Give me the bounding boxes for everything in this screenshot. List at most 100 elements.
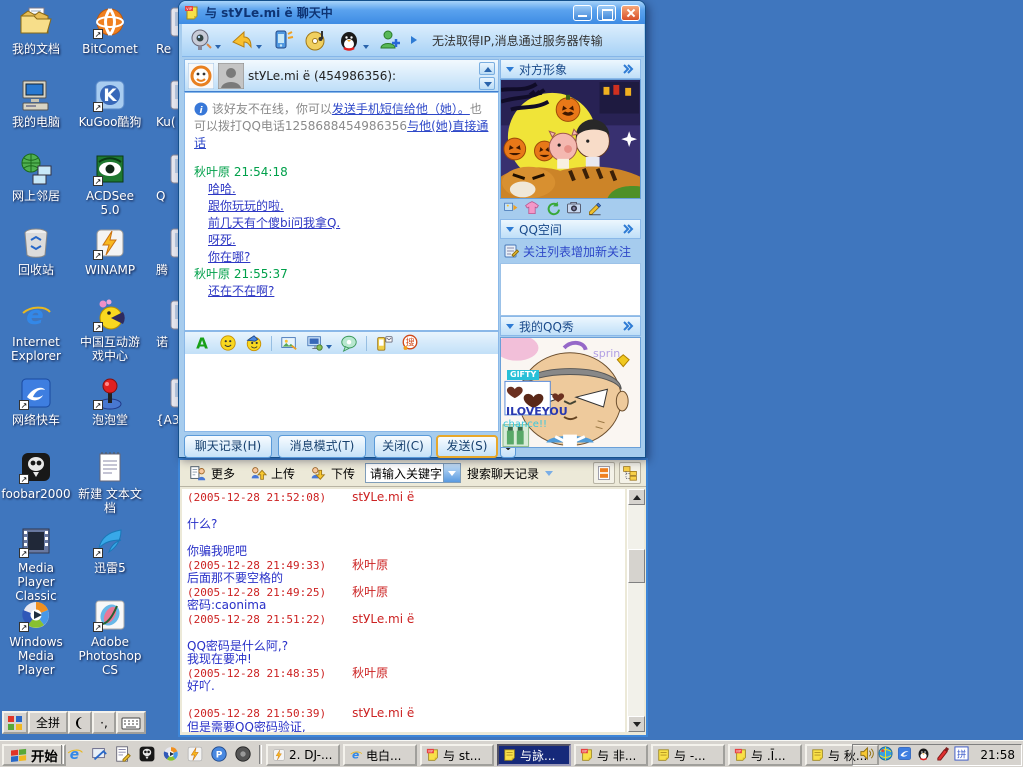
switch-show-button[interactable] bbox=[503, 200, 519, 219]
toolbar-expand-icon[interactable] bbox=[411, 36, 417, 44]
chevrons-icon[interactable] bbox=[621, 62, 635, 76]
ime-fullwidth-button[interactable] bbox=[68, 711, 92, 734]
send-file-button[interactable] bbox=[230, 28, 262, 52]
desktop-icon[interactable]: ACDSee 5.0 bbox=[75, 152, 145, 217]
smiley-button[interactable] bbox=[219, 334, 237, 352]
peer-avatar[interactable] bbox=[218, 62, 244, 89]
clothes-button[interactable] bbox=[524, 200, 540, 219]
folder-tree-button[interactable] bbox=[619, 462, 641, 484]
desktop-icon[interactable]: 迅雷5 bbox=[75, 524, 145, 575]
flashget-tray-icon[interactable] bbox=[897, 746, 912, 764]
upload-button[interactable]: 上传 bbox=[245, 462, 299, 484]
section-my-qqshow[interactable]: 我的QQ秀 bbox=[500, 316, 641, 336]
clock[interactable]: 21:58 bbox=[980, 748, 1015, 762]
chevrons-icon[interactable] bbox=[621, 319, 635, 333]
chevrons-icon[interactable] bbox=[621, 222, 635, 236]
show-desktop-quicklaunch-icon[interactable] bbox=[90, 745, 108, 766]
ime-mode-button[interactable]: 全拼 bbox=[28, 711, 68, 734]
taskbar-button[interactable]: 与 -... bbox=[651, 744, 725, 766]
desktop-icon[interactable]: 网络快车 bbox=[1, 376, 71, 427]
scrollbar-down-button[interactable] bbox=[628, 716, 645, 732]
scroll-down-button[interactable] bbox=[479, 76, 495, 90]
taskbar-button[interactable]: VIP 与 st... bbox=[420, 744, 494, 766]
phone-msg-button[interactable] bbox=[375, 334, 393, 352]
mobile-msg-button[interactable] bbox=[271, 28, 295, 52]
combo-dropdown-button[interactable] bbox=[443, 464, 461, 482]
speaker-tray-icon[interactable] bbox=[859, 746, 874, 764]
foobar-quicklaunch-icon[interactable] bbox=[138, 745, 156, 766]
sign-button[interactable] bbox=[587, 200, 603, 219]
desktop-icon[interactable]: 中国互动游戏中心 bbox=[75, 298, 145, 363]
pinyin-tray-icon[interactable]: 拼 bbox=[954, 746, 969, 764]
music-cd-button[interactable] bbox=[304, 28, 328, 52]
desktop-icon[interactable]: Media Player Classic bbox=[1, 524, 71, 603]
my-qqshow-image[interactable]: sprin GIFTY ILOVEYOU chance!! bbox=[500, 337, 641, 448]
desktop-icon[interactable]: 新建 文本文档 bbox=[75, 450, 145, 515]
qq-service-button[interactable] bbox=[337, 28, 369, 52]
send-sms-link[interactable]: 发送手机短信给他（她）。 bbox=[332, 102, 470, 116]
globe-tray-tray-icon[interactable] bbox=[878, 746, 893, 764]
winamp-quicklaunch-icon[interactable] bbox=[186, 745, 204, 766]
search-button[interactable]: 搜 bbox=[401, 334, 419, 352]
split-view-button[interactable] bbox=[593, 462, 615, 484]
magic-emote-button[interactable] bbox=[245, 334, 263, 352]
refresh-button[interactable] bbox=[545, 200, 561, 219]
taskbar-button[interactable]: 与詠... bbox=[497, 744, 571, 766]
desktop-icon[interactable]: 我的电脑 bbox=[1, 78, 71, 129]
desktop-icon[interactable]: 回收站 bbox=[1, 226, 71, 277]
taskbar-button[interactable]: VIP 与 非... bbox=[574, 744, 648, 766]
video-chat-button[interactable] bbox=[189, 28, 221, 52]
keyword-combobox[interactable]: 请输入关键字 bbox=[365, 463, 462, 483]
font-button[interactable]: A bbox=[193, 334, 211, 352]
message-input[interactable] bbox=[184, 354, 499, 432]
history-scrollbar[interactable] bbox=[627, 489, 645, 732]
desktop-icon[interactable]: 我的文档 bbox=[1, 5, 71, 56]
blue-player-quicklaunch-icon[interactable]: P bbox=[210, 745, 228, 766]
section-qzone[interactable]: QQ空间 bbox=[500, 219, 641, 239]
pen-tray-tray-icon[interactable] bbox=[935, 746, 950, 764]
gray-app-quicklaunch-icon[interactable] bbox=[234, 745, 252, 766]
desktop-icon[interactable]: e Internet Explorer bbox=[1, 298, 71, 363]
desktop-icon[interactable]: WINAMP bbox=[75, 226, 145, 277]
photo-button[interactable] bbox=[566, 200, 582, 219]
scrollbar-thumb[interactable] bbox=[628, 549, 645, 583]
bubble-button[interactable] bbox=[340, 334, 358, 352]
ime-punctuation-button[interactable]: ·, bbox=[92, 711, 116, 734]
chat-titlebar[interactable]: VIP 与 stУLe.mi ё 聊天中 bbox=[179, 1, 645, 24]
keyword-input[interactable]: 请输入关键字 bbox=[366, 465, 443, 482]
ime-softkeyboard-button[interactable] bbox=[116, 711, 146, 734]
desktop-icon[interactable]: Adobe Photoshop CS bbox=[75, 598, 145, 677]
start-button[interactable]: 开始 bbox=[2, 744, 66, 766]
ime-input-method-button[interactable] bbox=[2, 711, 28, 734]
more-button[interactable]: 更多 bbox=[185, 462, 239, 484]
scrollbar-up-button[interactable] bbox=[628, 489, 645, 505]
section-peer-show[interactable]: 对方形象 bbox=[500, 59, 641, 79]
taskbar-button[interactable]: VIP 与 .Ī... bbox=[728, 744, 802, 766]
chat-history-button[interactable]: 聊天记录(H) bbox=[184, 435, 272, 458]
minimize-button[interactable] bbox=[573, 4, 592, 21]
close-chat-button[interactable]: 关闭(C) bbox=[374, 435, 432, 458]
desktop-icon[interactable]: BitComet bbox=[75, 5, 145, 56]
qzone-follow-link[interactable]: 关注列表增加新关注 bbox=[500, 241, 641, 261]
desktop-icon[interactable]: K KuGoo酷狗 bbox=[75, 78, 145, 129]
scroll-up-button[interactable] bbox=[479, 61, 495, 75]
taskbar-button[interactable]: e 电白... bbox=[343, 744, 417, 766]
desktop-icon[interactable]: 泡泡堂 bbox=[75, 376, 145, 427]
wordpad-quicklaunch-icon[interactable] bbox=[114, 745, 132, 766]
capture-button[interactable] bbox=[306, 334, 332, 352]
peer-qqshow-image[interactable] bbox=[500, 79, 641, 199]
qq-service-tray-icon[interactable] bbox=[916, 746, 931, 764]
ie-quicklaunch-icon[interactable]: e bbox=[66, 745, 84, 766]
download-button[interactable]: 下传 bbox=[305, 462, 359, 484]
desktop-icon[interactable]: 网上邻居 bbox=[1, 152, 71, 203]
send-button[interactable]: 发送(S) bbox=[436, 435, 498, 458]
search-history-button[interactable]: 搜索聊天记录 bbox=[467, 465, 554, 482]
wmp-quicklaunch-icon[interactable] bbox=[162, 745, 180, 766]
close-button[interactable] bbox=[621, 4, 640, 21]
desktop-icon[interactable]: foobar2000 bbox=[1, 450, 71, 501]
image-button[interactable] bbox=[280, 334, 298, 352]
desktop-icon[interactable]: Windows Media Player bbox=[1, 598, 71, 677]
message-mode-button[interactable]: 消息模式(T) bbox=[278, 435, 366, 458]
maximize-button[interactable] bbox=[597, 4, 616, 21]
add-friend-button[interactable] bbox=[378, 28, 402, 52]
